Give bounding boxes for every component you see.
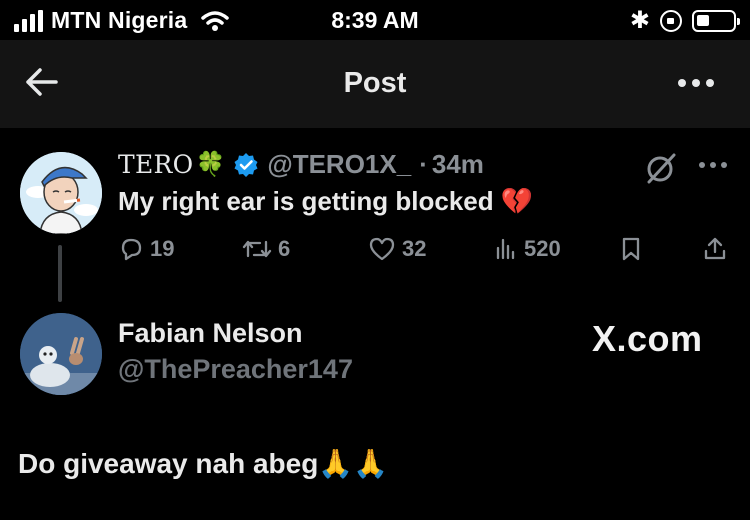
reply-text: Do giveaway nah abeg🙏🙏	[18, 448, 389, 479]
avatar-photo-icon	[20, 313, 102, 395]
bluetooth-icon: ✱	[629, 7, 650, 34]
orientation-lock-icon	[660, 9, 682, 32]
separator-dot: ·	[419, 149, 428, 179]
tweet-more-options-icon[interactable]	[698, 160, 728, 170]
battery-icon	[692, 9, 740, 32]
thread-connector	[58, 245, 62, 302]
repost-button[interactable]: 6	[242, 236, 290, 262]
reply-icon	[121, 238, 142, 261]
xcom-watermark: X.com	[592, 318, 703, 359]
like-count: 32	[402, 236, 427, 261]
verified-badge-icon	[234, 152, 258, 177]
author-avatar[interactable]	[20, 152, 102, 234]
reply-author-avatar[interactable]	[20, 313, 102, 395]
more-options-icon[interactable]	[676, 76, 716, 90]
share-button[interactable]	[702, 236, 728, 262]
author-emoji: 🍀	[195, 151, 226, 178]
tweet-actions: 19 6 32 520	[118, 236, 732, 270]
repost-count: 6	[278, 236, 291, 261]
reply-count: 19	[150, 236, 175, 261]
views-icon	[496, 238, 515, 260]
author-handle[interactable]: @TERO1X_	[267, 149, 411, 180]
share-icon	[704, 237, 726, 260]
like-button[interactable]: 32	[368, 236, 426, 262]
repost-icon	[242, 240, 272, 258]
status-bar-right: ✱	[629, 6, 740, 35]
status-bar: MTN Nigeria 8:39 AM ✱	[0, 0, 750, 40]
views-button[interactable]: 520	[494, 236, 561, 262]
tweet-header: TERO 🍀 @TERO1X_ · 34m	[118, 149, 484, 180]
reply-button[interactable]: 19	[118, 236, 174, 262]
avatar-illustration-icon	[20, 152, 102, 234]
bookmark-button[interactable]	[620, 236, 642, 262]
post-header: Post	[0, 40, 750, 128]
tweet-timestamp[interactable]: 34m	[432, 149, 484, 180]
reply-author-handle[interactable]: @ThePreacher147	[118, 354, 353, 385]
views-count: 520	[524, 236, 561, 261]
tweet-text: My right ear is getting blocked 💔	[118, 186, 534, 216]
author-name[interactable]: TERO	[118, 150, 193, 179]
reply-author-name[interactable]: Fabian Nelson	[118, 318, 303, 349]
page-title: Post	[343, 67, 407, 99]
bookmark-icon	[622, 237, 640, 261]
grok-icon[interactable]	[645, 152, 677, 184]
heart-icon	[369, 237, 395, 261]
